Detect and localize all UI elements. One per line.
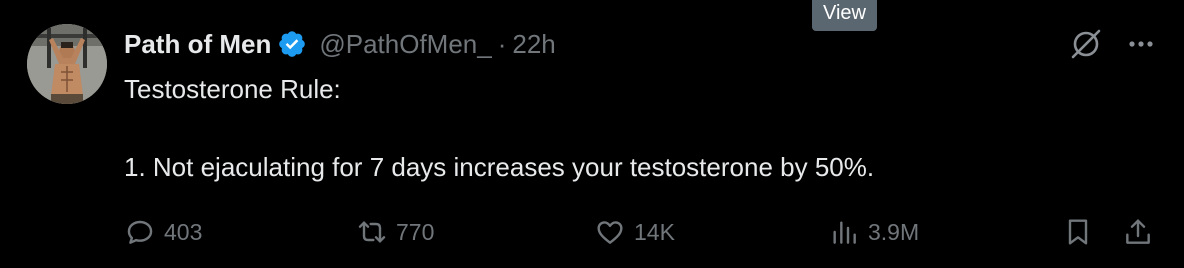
views-count: 3.9M bbox=[868, 218, 920, 245]
avatar[interactable] bbox=[27, 24, 107, 104]
grok-icon[interactable] bbox=[1068, 26, 1104, 62]
repost-count: 770 bbox=[396, 218, 435, 245]
author-handle[interactable]: @PathOfMen_ bbox=[319, 29, 491, 60]
repost-button[interactable]: 770 bbox=[356, 212, 434, 252]
tweet-timestamp[interactable]: 22h bbox=[512, 29, 555, 60]
tweet-top-actions bbox=[1068, 26, 1156, 62]
share-button[interactable] bbox=[1122, 212, 1154, 252]
share-icon bbox=[1122, 216, 1154, 248]
like-count: 14K bbox=[634, 218, 675, 245]
more-icon[interactable] bbox=[1126, 29, 1156, 59]
author-display-name[interactable]: Path of Men bbox=[124, 29, 271, 60]
views-button[interactable]: 3.9M bbox=[828, 212, 919, 252]
tweet-text: Testosterone Rule: 1. Not ejaculating fo… bbox=[124, 74, 875, 182]
header-separator: · bbox=[497, 28, 507, 59]
views-icon bbox=[828, 216, 860, 248]
repost-icon bbox=[356, 216, 388, 248]
reply-count: 403 bbox=[164, 218, 203, 245]
like-button[interactable]: 14K bbox=[594, 212, 675, 252]
reply-icon bbox=[124, 216, 156, 248]
verified-badge-icon[interactable] bbox=[277, 29, 307, 59]
bookmark-button[interactable] bbox=[1062, 212, 1094, 252]
bookmark-icon bbox=[1062, 216, 1094, 248]
reply-button[interactable]: 403 bbox=[124, 212, 202, 252]
view-tooltip: View bbox=[812, 0, 877, 31]
like-icon bbox=[594, 216, 626, 248]
tweet-action-bar: 403 770 14K 3.9M bbox=[124, 212, 1164, 252]
tweet-header: Path of Men @PathOfMen_ · 22h bbox=[124, 26, 556, 62]
